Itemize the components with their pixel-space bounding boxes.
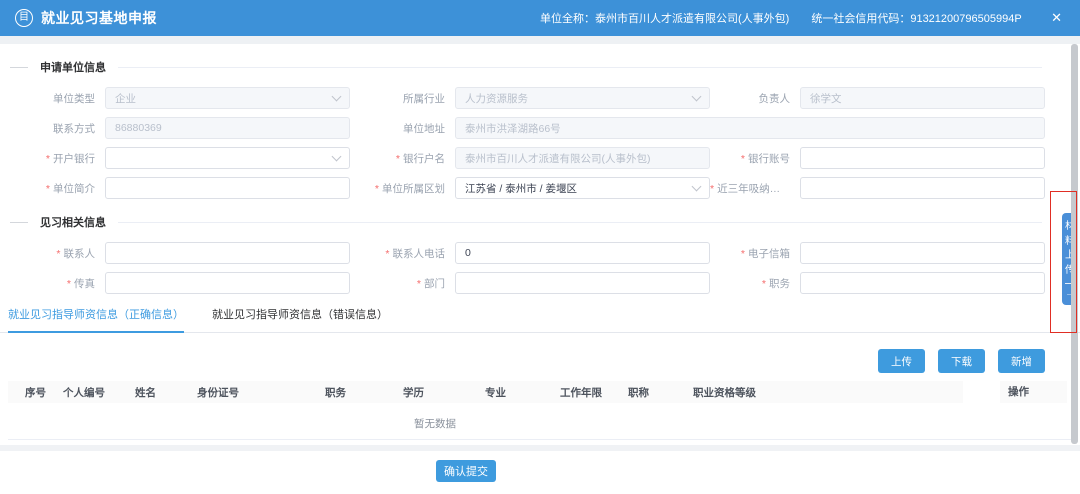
graduates-absorbed-input[interactable] xyxy=(800,177,1045,199)
chevron-down-icon xyxy=(332,92,342,102)
field-label: 单位类型 xyxy=(0,91,105,106)
field-label: *银行账号 xyxy=(710,151,800,166)
field-label: 所属行业 xyxy=(350,91,455,106)
unit-address-input[interactable]: 泰州市洪泽湖路66号 xyxy=(455,117,1045,139)
form-row: *单位简介 *单位所属区划 江苏省 / 泰州市 / 姜堰区 *近三年吸纳毕业..… xyxy=(0,177,1080,199)
unit-region-cascader[interactable]: 江苏省 / 泰州市 / 姜堰区 xyxy=(455,177,710,199)
title-bar: 目 就业见习基地申报 单位全称：泰州市百川人才派遣有限公司(人事外包) 统一社会… xyxy=(0,0,1080,36)
fax-input[interactable] xyxy=(105,272,350,294)
column-header: 身份证号 xyxy=(197,385,325,400)
unit-type-select[interactable]: 企业 xyxy=(105,87,350,109)
table-header-gap xyxy=(963,381,1000,403)
form-row: 联系方式 86880369 单位地址 泰州市洪泽湖路66号 xyxy=(0,117,1080,139)
tab-teacher-info-correct[interactable]: 就业见习指导师资信息（正确信息） xyxy=(8,306,184,333)
email-input[interactable] xyxy=(800,242,1045,264)
column-header: 职称 xyxy=(628,385,693,400)
bank-select[interactable] xyxy=(105,147,350,169)
table-header-main: 序号 个人编号 姓名 身份证号 职务 学历 专业 工作年限 职称 职业资格等级 xyxy=(8,381,963,403)
contact-person-input[interactable] xyxy=(105,242,350,264)
field-label: *部门 xyxy=(350,276,455,291)
field-label: 联系方式 xyxy=(0,121,105,136)
teacher-info-tabs: 就业见习指导师资信息（正确信息） 就业见习指导师资信息（错误信息） xyxy=(0,306,1080,333)
column-header: 职业资格等级 xyxy=(693,385,963,400)
column-header: 专业 xyxy=(485,385,560,400)
column-header: 学历 xyxy=(403,385,485,400)
divider xyxy=(10,222,28,223)
unit-full-name: 单位全称：泰州市百川人才派遣有限公司(人事外包) xyxy=(540,10,789,26)
section-title-applicant-unit: 申请单位信息 xyxy=(0,60,1080,74)
close-icon[interactable]: ✕ xyxy=(1048,10,1065,26)
table-header: 序号 个人编号 姓名 身份证号 职务 学历 专业 工作年限 职称 职业资格等级 … xyxy=(8,381,1072,403)
upload-button[interactable]: 上传 xyxy=(878,349,925,373)
section-title-internship-info: 见习相关信息 xyxy=(0,215,1080,229)
table-toolbar: 上传 下载 新增 xyxy=(0,349,1080,373)
divider xyxy=(10,67,28,68)
vertical-scrollbar[interactable] xyxy=(1071,44,1078,444)
column-header: 序号 xyxy=(25,385,63,400)
column-header: 个人编号 xyxy=(63,385,135,400)
empty-data-text: 暂无数据 xyxy=(414,416,456,431)
department-input[interactable] xyxy=(455,272,710,294)
employment-internship-base-application-window: 目 就业见习基地申报 单位全称：泰州市百川人才派遣有限公司(人事外包) 统一社会… xyxy=(0,0,1080,494)
field-label: 负责人 xyxy=(710,91,800,106)
unit-profile-input[interactable] xyxy=(105,177,350,199)
chevron-down-icon xyxy=(692,182,702,192)
contact-person-phone-input[interactable]: 0 xyxy=(455,242,710,264)
field-label: *近三年吸纳毕业... xyxy=(710,181,800,196)
bank-account-number-input[interactable] xyxy=(800,147,1045,169)
position-input[interactable] xyxy=(800,272,1045,294)
column-header: 姓名 xyxy=(135,385,197,400)
chevron-down-icon xyxy=(692,92,702,102)
divider xyxy=(118,222,1042,223)
header-substrip xyxy=(0,36,1080,44)
principal-input[interactable]: 徐学文 xyxy=(800,87,1045,109)
form-row: *传真 *部门 *职务 xyxy=(0,272,1080,294)
credit-code: 统一社会信用代码：91321200796505994P xyxy=(811,10,1021,26)
table-empty-row: 暂无数据 xyxy=(8,403,1072,440)
add-button[interactable]: 新增 xyxy=(998,349,1045,373)
field-label: *单位简介 xyxy=(0,181,105,196)
contact-phone-input[interactable]: 86880369 xyxy=(105,117,350,139)
field-label: *联系人 xyxy=(0,246,105,261)
footer: 确认提交 xyxy=(0,451,1080,482)
field-label: *传真 xyxy=(0,276,105,291)
tab-teacher-info-error[interactable]: 就业见习指导师资信息（错误信息） xyxy=(212,306,388,332)
divider xyxy=(118,67,1042,68)
column-header-operation: 操作 xyxy=(1000,381,1067,403)
page-title: 就业见习基地申报 xyxy=(41,8,157,28)
industry-select[interactable]: 人力资源服务 xyxy=(455,87,710,109)
field-label: *电子信箱 xyxy=(710,246,800,261)
form-row: 单位类型 企业 所属行业 人力资源服务 负责人 徐学文 xyxy=(0,87,1080,109)
field-label: *银行户名 xyxy=(350,151,455,166)
field-label: *单位所属区划 xyxy=(350,181,455,196)
field-label: 单位地址 xyxy=(350,121,455,136)
form-row: *开户银行 *银行户名 泰州市百川人才派遣有限公司(人事外包) *银行账号 xyxy=(0,147,1080,169)
bank-account-name-input[interactable]: 泰州市百川人才派遣有限公司(人事外包) xyxy=(455,147,710,169)
form-row: *联系人 *联系人电话 0 *电子信箱 xyxy=(0,242,1080,264)
chevron-down-icon xyxy=(332,152,342,162)
download-button[interactable]: 下载 xyxy=(938,349,985,373)
field-label: *开户银行 xyxy=(0,151,105,166)
confirm-submit-button[interactable]: 确认提交 xyxy=(436,460,496,482)
field-label: *职务 xyxy=(710,276,800,291)
document-icon: 目 xyxy=(15,9,33,27)
column-header: 工作年限 xyxy=(560,385,628,400)
column-header: 职务 xyxy=(325,385,403,400)
field-label: *联系人电话 xyxy=(350,246,455,261)
